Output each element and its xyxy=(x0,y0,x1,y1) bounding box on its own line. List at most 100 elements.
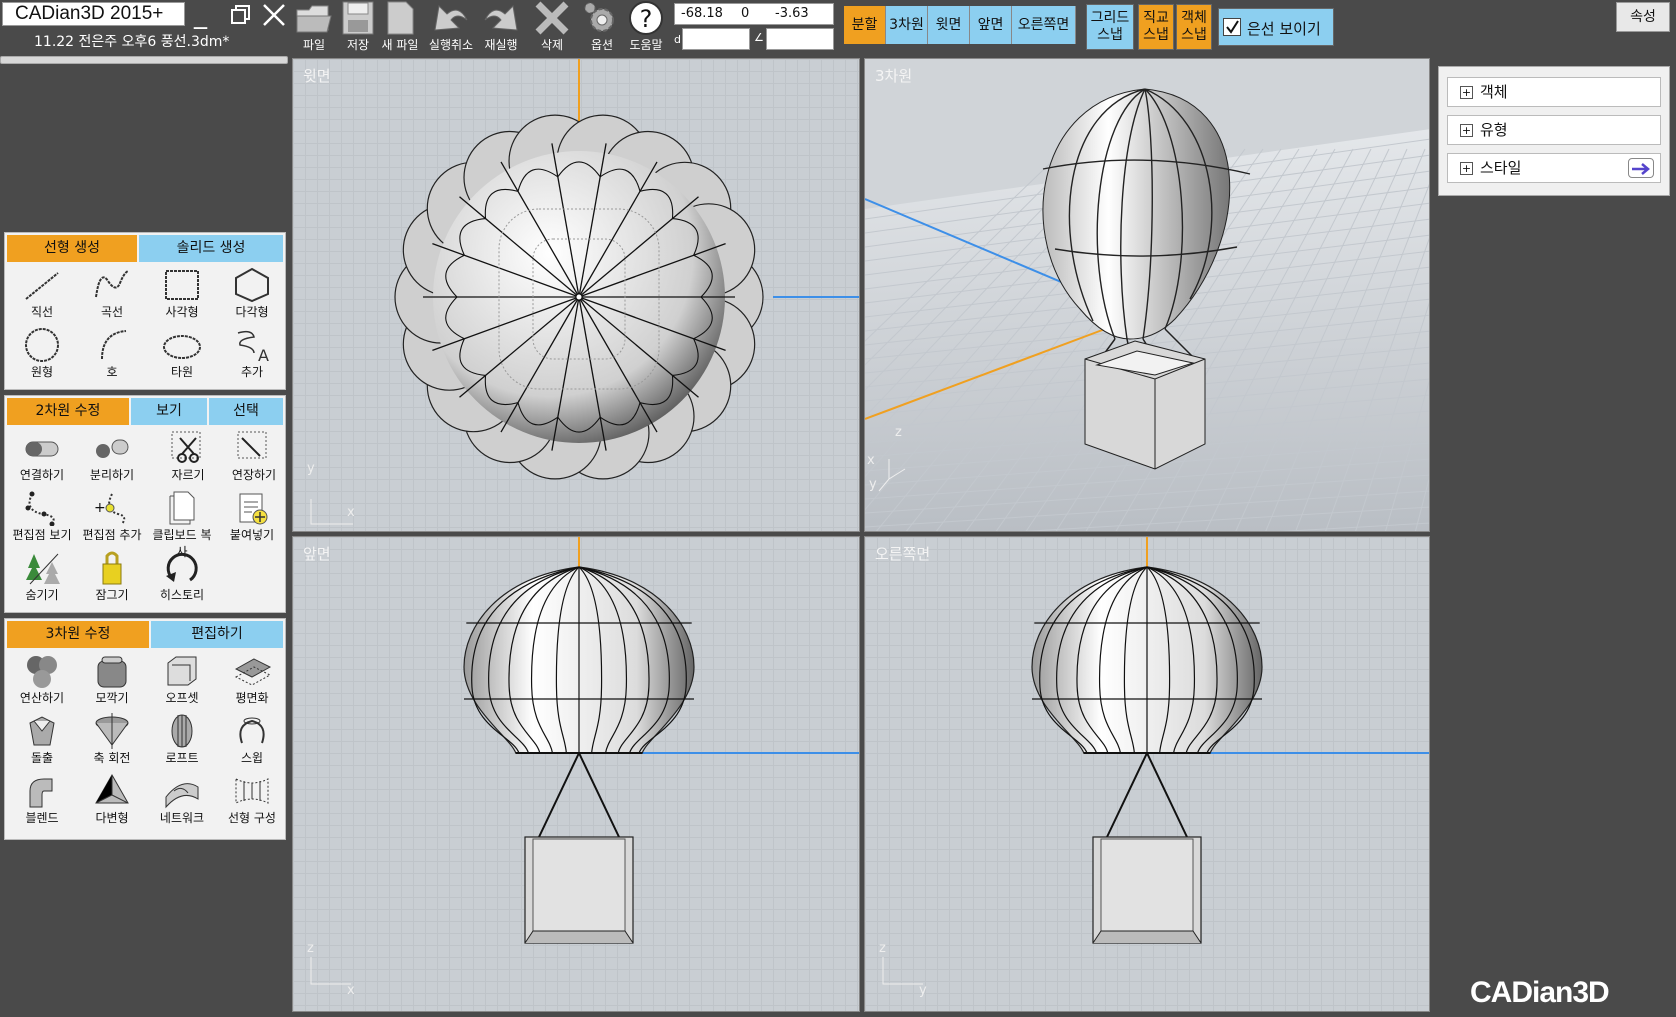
grid-snap-button[interactable]: 그리드 스냅 xyxy=(1086,4,1134,50)
rectangle-tool-label: 사각형 xyxy=(165,305,199,319)
ellipse-tool[interactable]: 타원 xyxy=(147,327,217,380)
flatten-tool[interactable]: 평면화 xyxy=(217,653,287,706)
view-top-button[interactable]: 윗면 xyxy=(928,6,970,44)
show-points-tool[interactable]: 편집점 보기 xyxy=(7,490,77,543)
extrude-tool[interactable]: 돌출 xyxy=(7,713,77,766)
minimize-icon[interactable]: _ xyxy=(194,2,207,28)
options-button[interactable]: 옵션 xyxy=(582,0,622,54)
folder-icon xyxy=(296,5,332,33)
style-section[interactable]: + 스타일 xyxy=(1447,153,1661,183)
edit-2d-panel: 2차원 수정 보기 선택 연결하기 분리하기 자르기 연장하기 편집점 보기 +… xyxy=(4,395,286,613)
trim-label: 자르기 xyxy=(171,468,205,482)
circle-icon xyxy=(25,328,59,362)
viewport-right-label: 오른쪽면 xyxy=(875,545,931,563)
page-icon xyxy=(387,1,414,35)
hide-icon xyxy=(26,553,60,585)
circle-tool[interactable]: 원형 xyxy=(7,327,77,380)
hide-tool[interactable]: 숨기기 xyxy=(7,550,77,603)
new-file-button[interactable]: 새 파일 xyxy=(378,0,422,54)
blend-icon xyxy=(29,778,53,808)
lock-tool[interactable]: 잠그기 xyxy=(77,550,147,603)
coord-z: -3.63 xyxy=(775,6,809,21)
show-points-icon xyxy=(25,491,55,526)
tab-edit-3d[interactable]: 3차원 수정 xyxy=(7,621,149,648)
network-tool[interactable]: 네트워크 xyxy=(147,773,217,826)
arrow-right-icon[interactable] xyxy=(1628,158,1654,178)
viewport-front[interactable]: z x 앞면 xyxy=(292,536,860,1012)
trim-tool[interactable]: 자르기 xyxy=(153,430,223,483)
offset-tool[interactable]: 오프셋 xyxy=(147,653,217,706)
more-icon: A xyxy=(237,330,269,363)
object-snap-button[interactable]: 객체 스냅 xyxy=(1176,4,1212,50)
open-file-button[interactable]: 파일 xyxy=(292,0,336,54)
properties-panel: + 객체 + 유형 + 스타일 xyxy=(1438,66,1670,196)
save-button[interactable]: 저장 xyxy=(336,0,380,54)
hidden-lines-checkbox[interactable] xyxy=(1223,18,1241,36)
curve-build-tool[interactable]: 선형 구성 xyxy=(217,773,287,826)
hidden-lines-toggle[interactable]: 은선 보이기 xyxy=(1218,8,1334,46)
paste-tool[interactable]: 붙여넣기 xyxy=(217,490,287,543)
top-view-canvas xyxy=(310,59,859,525)
view-front-button[interactable]: 앞면 xyxy=(970,6,1012,44)
tab-curve-create[interactable]: 선형 생성 xyxy=(7,235,137,262)
tab-edit-2d[interactable]: 2차원 수정 xyxy=(7,398,129,425)
offset-label: 오프셋 xyxy=(165,691,199,705)
distance-input[interactable] xyxy=(682,28,750,50)
viewport-right[interactable]: z y 오른쪽면 xyxy=(864,536,1430,1012)
file-name: 11.22 전은주 오후6 풍선.3dm* xyxy=(34,34,230,50)
right-axis-y: y xyxy=(919,983,927,998)
tab-solid-create[interactable]: 솔리드 생성 xyxy=(139,235,283,262)
add-point-tool[interactable]: + 편집점 추가 xyxy=(77,490,147,543)
more-curves-tool[interactable]: A 추가 xyxy=(217,327,287,380)
viewport-top[interactable]: y x 윗면 xyxy=(292,58,860,532)
object-snap-label-2: 스냅 xyxy=(1181,27,1207,43)
explode-tool[interactable]: 분리하기 xyxy=(77,430,147,483)
tab-editing[interactable]: 편집하기 xyxy=(151,621,283,648)
extrude-label: 돌출 xyxy=(30,751,54,765)
rectangle-tool[interactable]: 사각형 xyxy=(147,267,217,320)
ellipse-tool-label: 타원 xyxy=(170,365,194,379)
help-button[interactable]: ? 도움말 xyxy=(624,0,668,54)
save-label: 저장 xyxy=(346,38,370,52)
viewport-3d[interactable]: z x y 3차원 xyxy=(864,58,1430,532)
redo-button[interactable]: 재실행 xyxy=(474,0,528,54)
blend-tool[interactable]: 블렌드 xyxy=(7,773,77,826)
object-snap-label-1: 객체 xyxy=(1181,10,1207,26)
delete-button[interactable]: 삭제 xyxy=(530,0,574,54)
rectangle-icon xyxy=(165,270,199,300)
join-tool[interactable]: 연결하기 xyxy=(7,430,77,483)
join-icon xyxy=(25,441,59,457)
angle-input[interactable] xyxy=(766,28,834,50)
curve-icon xyxy=(95,270,129,298)
expand-icon[interactable]: + xyxy=(1460,124,1473,137)
view-right-button[interactable]: 오른쪽면 xyxy=(1012,6,1076,44)
type-section[interactable]: + 유형 xyxy=(1447,115,1661,145)
object-section[interactable]: + 객체 xyxy=(1447,77,1661,107)
extend-tool[interactable]: 연장하기 xyxy=(219,430,289,483)
network-icon xyxy=(165,783,199,809)
restore-icon[interactable] xyxy=(230,4,252,30)
tab-select[interactable]: 선택 xyxy=(209,398,283,425)
expand-icon[interactable]: + xyxy=(1460,86,1473,99)
line-tool[interactable]: 직선 xyxy=(7,267,77,320)
lock-label: 잠그기 xyxy=(95,588,129,602)
fillet-tool[interactable]: 모깍기 xyxy=(77,653,147,706)
view-3d-button[interactable]: 3차원 xyxy=(886,6,928,44)
loft-tool[interactable]: 로프트 xyxy=(147,713,217,766)
view-split-button[interactable]: 분할 xyxy=(844,6,886,44)
boolean-tool[interactable]: 연산하기 xyxy=(7,653,77,706)
sweep-tool[interactable]: 스윕 xyxy=(217,713,287,766)
edit-3d-panel: 3차원 수정 편집하기 연산하기 모깍기 오프셋 평면화 돌출 축 회전 로프트… xyxy=(4,618,286,840)
polysurface-tool[interactable]: 다변형 xyxy=(77,773,147,826)
arc-tool[interactable]: 호 xyxy=(77,327,147,380)
expand-icon[interactable]: + xyxy=(1460,162,1473,175)
curve-tool[interactable]: 곡선 xyxy=(77,267,147,320)
revolve-tool[interactable]: 축 회전 xyxy=(77,713,147,766)
polygon-tool[interactable]: 다각형 xyxy=(217,267,287,320)
tab-view[interactable]: 보기 xyxy=(131,398,207,425)
undo-button[interactable]: 실행취소 xyxy=(424,0,478,54)
history-tool[interactable]: 히스토리 xyxy=(147,550,217,603)
properties-button[interactable]: 속성 xyxy=(1616,2,1670,32)
close-icon[interactable] xyxy=(262,3,286,31)
ortho-snap-button[interactable]: 직교 스냅 xyxy=(1138,4,1174,50)
